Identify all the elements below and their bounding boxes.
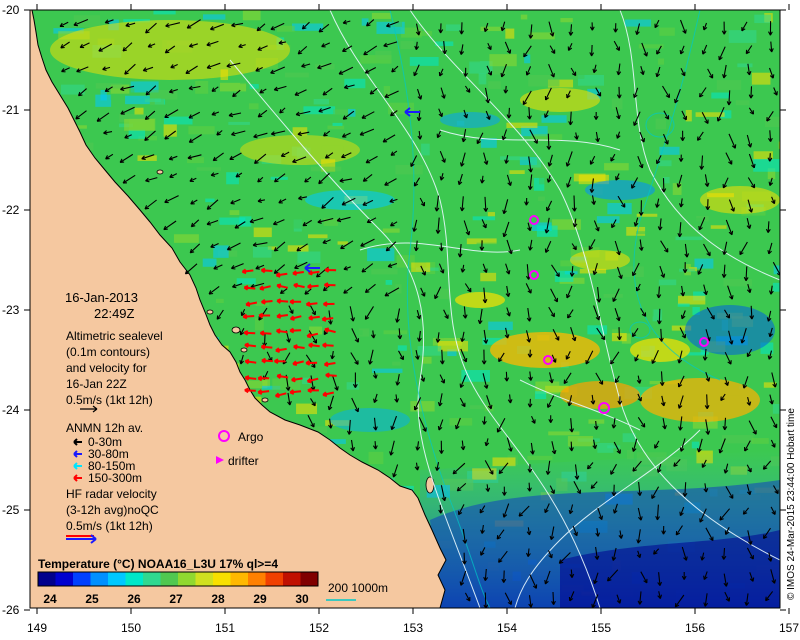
colorbar-cell bbox=[300, 572, 319, 586]
colorbar-cell bbox=[195, 572, 214, 586]
colorbar-cell bbox=[125, 572, 144, 586]
altimetry-scale: 0.5m/s (1kt 12h) bbox=[66, 393, 153, 407]
drifter-legend-label: drifter bbox=[228, 454, 259, 468]
hf-radar-line-2: (3-12h avg)noQC bbox=[66, 503, 159, 517]
colorbar-cell bbox=[160, 572, 179, 586]
colorbar-cell bbox=[38, 572, 56, 586]
colorbar-cell bbox=[178, 572, 196, 586]
anmn-legend-label: 150-300m bbox=[88, 471, 142, 485]
altimetry-line-2: (0.1m contours) bbox=[66, 345, 150, 359]
colorbar-tick-label: 27 bbox=[169, 592, 183, 606]
x-tick-label: 155 bbox=[591, 621, 611, 635]
y-tick-label: -21 bbox=[2, 103, 20, 117]
y-tick-label: -26 bbox=[2, 603, 20, 617]
colorbar-tick-label: 24 bbox=[43, 592, 57, 606]
colorbar-tick-label: 30 bbox=[295, 592, 309, 606]
credit-label: © IMOS 24-Mar-2015 23:44:00 Hobart time bbox=[786, 408, 797, 600]
colorbar-cell bbox=[55, 572, 74, 586]
y-tick-label: -20 bbox=[2, 3, 20, 17]
x-tick-label: 156 bbox=[685, 621, 705, 635]
anmn-title: ANMN 12h av. bbox=[66, 421, 143, 435]
date-label: 16-Jan-2013 bbox=[65, 290, 138, 305]
colorbar-tick-label: 26 bbox=[127, 592, 141, 606]
x-tick-label: 151 bbox=[215, 621, 235, 635]
x-tick-label: 153 bbox=[403, 621, 423, 635]
x-tick-label: 154 bbox=[497, 621, 517, 635]
colorbar-cell bbox=[143, 572, 161, 586]
colorbar-tick-label: 29 bbox=[253, 592, 267, 606]
x-tick-label: 157 bbox=[779, 621, 799, 635]
colorbar-cell bbox=[213, 572, 231, 586]
colorbar-cell bbox=[108, 572, 126, 586]
x-tick-label: 149 bbox=[27, 621, 47, 635]
time-label: 22:49Z bbox=[94, 306, 135, 321]
y-tick-label: -24 bbox=[2, 403, 20, 417]
colorbar-tick-label: 28 bbox=[211, 592, 225, 606]
hf-radar-scale: 0.5m/s (1kt 12h) bbox=[66, 519, 153, 533]
altimetry-line-3: and velocity for bbox=[66, 361, 147, 375]
colorbar-cell bbox=[90, 572, 109, 586]
argo-legend-label: Argo bbox=[238, 430, 264, 444]
depth-legend-label: 200 1000m bbox=[328, 581, 388, 595]
colorbar-cell bbox=[265, 572, 284, 586]
colorbar-cell bbox=[248, 572, 266, 586]
colorbar-cell bbox=[73, 572, 91, 586]
sst-map: 149 150 151 152 153 154 155 156 157 -20 -21 -22 -23… bbox=[2, 3, 799, 635]
x-tick-label: 150 bbox=[121, 621, 141, 635]
y-tick-label: -22 bbox=[2, 203, 20, 217]
colorbar-title: Temperature (°C) NOAA16_L3U 17% ql>=4 bbox=[38, 557, 278, 571]
hf-radar-line-1: HF radar velocity bbox=[66, 487, 157, 501]
y-tick-label: -23 bbox=[2, 303, 20, 317]
colorbar-cell bbox=[283, 572, 301, 586]
colorbar-cell bbox=[230, 572, 249, 586]
colorbar-tick-label: 25 bbox=[85, 592, 99, 606]
x-tick-label: 152 bbox=[309, 621, 329, 635]
y-tick-label: -25 bbox=[2, 503, 20, 517]
altimetry-line-4: 16-Jan 22Z bbox=[66, 377, 127, 391]
altimetry-line-1: Altimetric sealevel bbox=[66, 329, 163, 343]
